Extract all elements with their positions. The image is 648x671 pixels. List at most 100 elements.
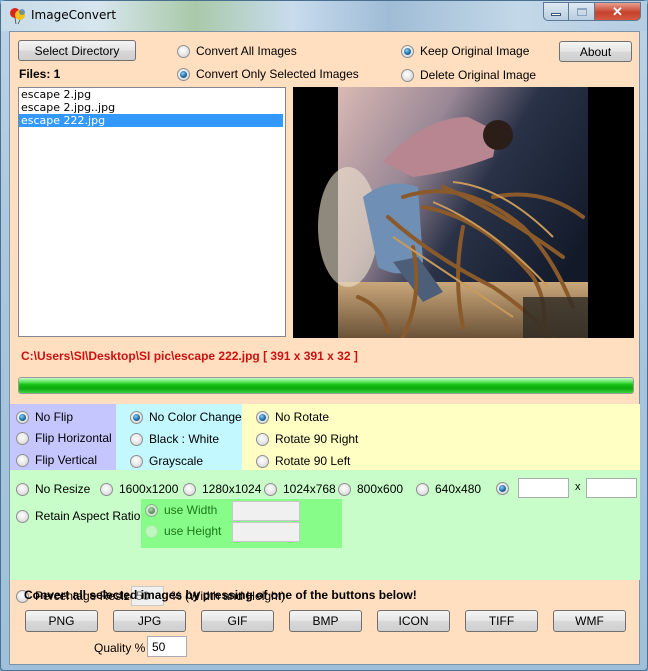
radio-rotate-90-left[interactable]: Rotate 90 Left (256, 454, 350, 468)
radio-label: use Width (164, 503, 218, 517)
radio-label: Delete Original Image (420, 68, 537, 82)
radio-indicator (496, 482, 509, 495)
list-item-selected[interactable]: escape 222.jpg (19, 114, 283, 127)
radio-no-flip[interactable]: No Flip (16, 410, 73, 424)
convert-wmf-button[interactable]: WMF (553, 610, 626, 632)
radio-indicator (401, 44, 414, 58)
radio-label: 800x600 (357, 482, 404, 496)
main-form: Select Directory Files: 1 Convert All Im… (9, 31, 640, 665)
radio-indicator (130, 410, 143, 424)
preview-artwork (293, 87, 634, 338)
radio-label: No Color Change (149, 410, 242, 424)
size-separator: x (575, 481, 581, 493)
radio-label: Retain Aspect Ratio (35, 509, 141, 523)
close-icon: ✕ (612, 3, 623, 19)
radio-no-rotate[interactable]: No Rotate (256, 410, 329, 424)
files-count-label: Files: 1 (19, 67, 61, 81)
radio-1280x1024[interactable]: 1280x1024 (183, 482, 261, 496)
convert-instructions: Convert all selected images by pressing … (24, 588, 417, 602)
radio-flip-horizontal[interactable]: Flip Horizontal (16, 431, 112, 445)
aspect-width-input[interactable] (232, 501, 300, 521)
radio-indicator (416, 482, 429, 496)
radio-label: Flip Horizontal (35, 431, 112, 445)
radio-indicator (177, 44, 190, 58)
radio-indicator (16, 482, 29, 496)
radio-no-resize[interactable]: No Resize (16, 482, 90, 496)
select-directory-button[interactable]: Select Directory (18, 40, 136, 61)
radio-indicator (338, 482, 351, 496)
radio-label: No Rotate (275, 410, 330, 424)
about-button[interactable]: About (559, 41, 632, 62)
file-listbox[interactable]: escape 2.jpg escape 2.jpg..jpg escape 22… (18, 87, 286, 337)
convert-bmp-button[interactable]: BMP (289, 610, 362, 632)
minimize-button[interactable] (543, 2, 569, 21)
radio-convert-selected[interactable]: Convert Only Selected Images (177, 67, 359, 81)
radio-label: Convert Only Selected Images (196, 67, 359, 81)
convert-gif-button[interactable]: GIF (201, 610, 274, 632)
aspect-height-input[interactable] (232, 522, 300, 542)
custom-width-input[interactable] (518, 478, 569, 498)
radio-indicator (130, 454, 143, 468)
convert-tiff-button[interactable]: TIFF (465, 610, 538, 632)
radio-label: 1024x768 (283, 482, 336, 496)
radio-indicator (16, 410, 29, 424)
radio-label: 640x480 (435, 482, 482, 496)
convert-jpg-button[interactable]: JPG (113, 610, 186, 632)
aspect-ratio-panel: use Width use Height (141, 499, 342, 548)
quality-label: Quality % (94, 641, 146, 655)
radio-custom-size[interactable] (496, 482, 515, 495)
radio-640x480[interactable]: 640x480 (416, 482, 481, 496)
progress-fill (19, 378, 633, 393)
radio-label: use Height (164, 524, 222, 538)
radio-indicator (16, 431, 29, 445)
rotate-panel: No Rotate Rotate 90 Right Rotate 90 Left (242, 404, 640, 470)
radio-indicator (130, 432, 143, 446)
close-button[interactable]: ✕ (595, 2, 641, 21)
radio-black-white[interactable]: Black : White (130, 432, 219, 446)
radio-delete-original[interactable]: Delete Original Image (401, 68, 536, 82)
maximize-button[interactable] (569, 2, 595, 21)
list-item[interactable]: escape 2.jpg (19, 88, 285, 101)
radio-1024x768[interactable]: 1024x768 (264, 482, 336, 496)
quality-input[interactable] (147, 636, 187, 657)
radio-label: No Resize (35, 482, 91, 496)
radio-indicator (401, 68, 414, 82)
radio-indicator (145, 503, 158, 517)
radio-1600x1200[interactable]: 1600x1200 (100, 482, 178, 496)
progress-bar (18, 377, 634, 394)
list-item[interactable]: escape 2.jpg..jpg (19, 101, 285, 114)
radio-indicator (177, 67, 190, 81)
radio-use-width[interactable]: use Width (145, 503, 217, 517)
window-title: ImageConvert (31, 8, 117, 22)
radio-label: 1600x1200 (119, 482, 179, 496)
minimize-icon (551, 13, 561, 16)
radio-label: Convert All Images (196, 44, 297, 58)
radio-convert-all[interactable]: Convert All Images (177, 44, 297, 58)
radio-use-height[interactable]: use Height (145, 524, 221, 538)
color-panel: No Color Change Black : White Grayscale (116, 404, 242, 470)
radio-indicator (264, 482, 277, 496)
radio-label: Keep Original Image (420, 44, 530, 58)
radio-no-color-change[interactable]: No Color Change (130, 410, 242, 424)
radio-indicator (256, 410, 269, 424)
balloons-icon (10, 8, 25, 25)
radio-label: No Flip (35, 410, 74, 424)
radio-keep-original[interactable]: Keep Original Image (401, 44, 529, 58)
radio-indicator (16, 453, 29, 467)
radio-indicator (256, 454, 269, 468)
file-path-info: C:\Users\SI\Desktop\SI pic\escape 222.jp… (21, 349, 358, 363)
radio-800x600[interactable]: 800x600 (338, 482, 403, 496)
radio-retain-aspect-ratio[interactable]: Retain Aspect Ratio (16, 509, 140, 523)
radio-grayscale[interactable]: Grayscale (130, 454, 203, 468)
convert-png-button[interactable]: PNG (25, 610, 98, 632)
custom-height-input[interactable] (586, 478, 637, 498)
radio-flip-vertical[interactable]: Flip Vertical (16, 453, 97, 467)
flip-panel: No Flip Flip Horizontal Flip Vertical (10, 404, 116, 470)
title-bar[interactable]: ImageConvert ✕ (1, 1, 647, 31)
radio-label: Flip Vertical (35, 453, 98, 467)
radio-rotate-90-right[interactable]: Rotate 90 Right (256, 432, 358, 446)
radio-indicator (256, 432, 269, 446)
convert-icon-button[interactable]: ICON (377, 610, 450, 632)
maximize-icon (576, 7, 587, 16)
radio-label: 1280x1024 (202, 482, 262, 496)
